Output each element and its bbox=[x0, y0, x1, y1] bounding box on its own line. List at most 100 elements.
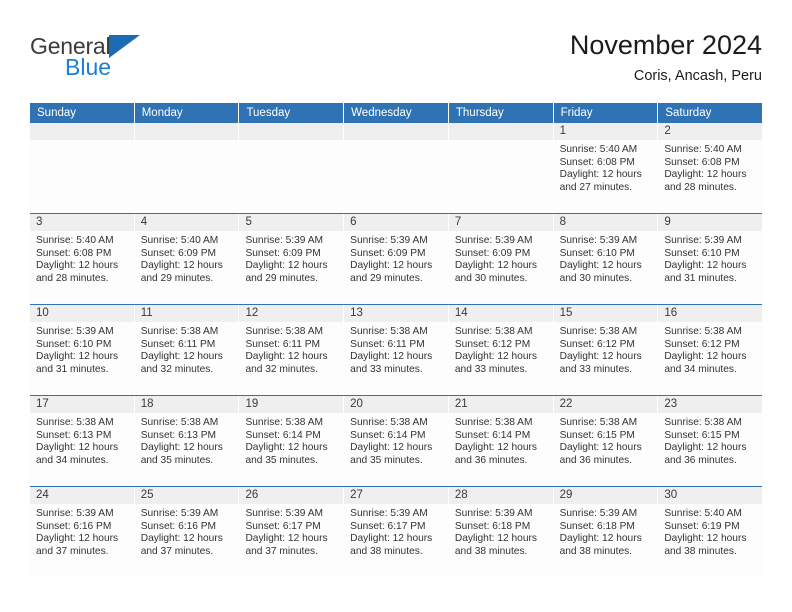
calendar-day-cell[interactable]: 7 Sunrise: 5:39 AM Sunset: 6:09 PM Daylight… bbox=[448, 214, 554, 304]
calendar-day-cell[interactable]: 11 Sunrise: 5:38 AM Sunset: 6:11 PM Dayligh… bbox=[134, 305, 240, 395]
calendar-day-cell[interactable]: 23 Sunrise: 5:38 AM Sunset: 6:15 PM Dayligh… bbox=[658, 396, 763, 486]
sunrise-text: Sunrise: 5:39 AM bbox=[350, 235, 428, 246]
calendar-day-cell[interactable]: 6 Sunrise: 5:39 AM Sunset: 6:09 PM Daylight… bbox=[344, 214, 449, 304]
weekday-header-monday: Monday bbox=[134, 103, 240, 123]
day-number: 21 bbox=[448, 396, 553, 413]
calendar-day-cell[interactable]: 24 Sunrise: 5:39 AM Sunset: 6:16 PM Dayligh… bbox=[30, 487, 135, 577]
calendar-day-cell[interactable]: 12 Sunrise: 5:38 AM Sunset: 6:11 PM Dayligh… bbox=[239, 305, 345, 395]
day-number: 20 bbox=[344, 396, 448, 413]
sunset-text: Sunset: 6:09 PM bbox=[350, 247, 426, 259]
calendar-day-cell[interactable]: 16 Sunrise: 5:38 AM Sunset: 6:12 PM Dayligh… bbox=[658, 305, 763, 395]
calendar-day-cell[interactable]: 2 Sunrise: 5:40 AM Sunset: 6:08 PM Daylight… bbox=[658, 123, 763, 213]
calendar-day-cell[interactable]: 17 Sunrise: 5:38 AM Sunset: 6:13 PM Dayligh… bbox=[30, 396, 135, 486]
calendar-day-cell[interactable]: 4 Sunrise: 5:40 AM Sunset: 6:09 PM Daylight… bbox=[134, 214, 240, 304]
daylight-text-line1: Daylight: 12 hours bbox=[664, 442, 747, 454]
daylight-text-line1: Daylight: 12 hours bbox=[140, 260, 223, 272]
calendar-week-row: 17 Sunrise: 5:38 AM Sunset: 6:13 PM Dayligh… bbox=[30, 395, 763, 486]
daylight-text-line2: and 33 minutes. bbox=[350, 363, 423, 375]
day-number: 28 bbox=[448, 487, 553, 504]
calendar-day-cell[interactable]: 5 Sunrise: 5:39 AM Sunset: 6:09 PM Daylight… bbox=[239, 214, 345, 304]
daylight-text-line1: Daylight: 12 hours bbox=[350, 260, 433, 272]
brand-logo[interactable]: General Blue bbox=[30, 34, 250, 90]
daylight-text-line2: and 36 minutes. bbox=[664, 454, 737, 466]
daylight-text-line2: and 29 minutes. bbox=[245, 272, 318, 284]
sunset-text: Sunset: 6:11 PM bbox=[350, 338, 425, 350]
calendar-day-cell[interactable]: 13 Sunrise: 5:38 AM Sunset: 6:11 PM Dayligh… bbox=[344, 305, 449, 395]
daylight-text-line2: and 37 minutes. bbox=[140, 545, 214, 557]
day-number: 30 bbox=[658, 487, 763, 504]
day-number: 15 bbox=[553, 305, 658, 322]
sunrise-text: Sunrise: 5:38 AM bbox=[140, 326, 219, 337]
calendar-day-cell[interactable]: 19 Sunrise: 5:38 AM Sunset: 6:14 PM Dayligh… bbox=[239, 396, 345, 486]
day-number: 12 bbox=[239, 305, 344, 322]
sunset-text: Sunset: 6:15 PM bbox=[559, 429, 635, 441]
sunrise-text: Sunrise: 5:40 AM bbox=[140, 235, 219, 246]
daylight-text-line1: Daylight: 12 hours bbox=[36, 260, 119, 272]
calendar-day-cell[interactable]: 28 Sunrise: 5:39 AM Sunset: 6:18 PM Dayligh… bbox=[448, 487, 554, 577]
calendar-day-cell[interactable]: 20 Sunrise: 5:38 AM Sunset: 6:14 PM Dayligh… bbox=[344, 396, 449, 486]
sunrise-text: Sunrise: 5:38 AM bbox=[245, 326, 324, 337]
daylight-text-line2: and 28 minutes. bbox=[664, 181, 737, 193]
day-number bbox=[30, 123, 134, 140]
calendar-day-cell[interactable]: 30 Sunrise: 5:40 AM Sunset: 6:19 PM Dayligh… bbox=[658, 487, 763, 577]
daylight-text-line2: and 31 minutes. bbox=[664, 272, 737, 284]
sunset-text: Sunset: 6:14 PM bbox=[245, 429, 321, 441]
day-details: Sunrise: 5:39 AM Sunset: 6:09 PM Daylight:… bbox=[239, 231, 343, 285]
daylight-text-line1: Daylight: 12 hours bbox=[454, 442, 537, 454]
sunset-text: Sunset: 6:14 PM bbox=[350, 429, 426, 441]
daylight-text-line1: Daylight: 12 hours bbox=[559, 351, 642, 363]
daylight-text-line2: and 35 minutes. bbox=[140, 454, 214, 466]
day-number bbox=[134, 123, 239, 140]
day-details: Sunrise: 5:39 AM Sunset: 6:10 PM Daylight:… bbox=[30, 322, 134, 376]
sunrise-text: Sunrise: 5:38 AM bbox=[350, 326, 428, 337]
sunset-text: Sunset: 6:12 PM bbox=[664, 338, 740, 350]
daylight-text-line2: and 37 minutes. bbox=[245, 545, 318, 557]
calendar-day-cell[interactable]: 3 Sunrise: 5:40 AM Sunset: 6:08 PM Daylight… bbox=[30, 214, 135, 304]
page-masthead: General Blue November 2024 Coris, Ancash… bbox=[30, 28, 762, 98]
sunset-text: Sunset: 6:09 PM bbox=[454, 247, 531, 259]
daylight-text-line2: and 33 minutes. bbox=[559, 363, 633, 375]
daylight-text-line2: and 27 minutes. bbox=[559, 181, 633, 193]
calendar-day-cell-empty bbox=[134, 123, 240, 213]
day-number: 18 bbox=[134, 396, 239, 413]
day-details: Sunrise: 5:39 AM Sunset: 6:18 PM Daylight:… bbox=[554, 504, 658, 558]
sunrise-text: Sunrise: 5:38 AM bbox=[664, 417, 742, 428]
day-details: Sunrise: 5:38 AM Sunset: 6:12 PM Daylight:… bbox=[554, 322, 658, 376]
daylight-text-line2: and 35 minutes. bbox=[350, 454, 423, 466]
sunset-text: Sunset: 6:11 PM bbox=[245, 338, 320, 350]
day-details: Sunrise: 5:39 AM Sunset: 6:16 PM Daylight:… bbox=[30, 504, 134, 558]
sunrise-text: Sunrise: 5:38 AM bbox=[350, 417, 428, 428]
sunrise-text: Sunrise: 5:38 AM bbox=[454, 417, 533, 428]
calendar-day-cell[interactable]: 10 Sunrise: 5:39 AM Sunset: 6:10 PM Dayligh… bbox=[30, 305, 135, 395]
daylight-text-line1: Daylight: 12 hours bbox=[350, 351, 433, 363]
day-details: Sunrise: 5:38 AM Sunset: 6:13 PM Daylight:… bbox=[30, 413, 134, 467]
calendar-day-cell[interactable]: 22 Sunrise: 5:38 AM Sunset: 6:15 PM Dayligh… bbox=[553, 396, 659, 486]
sunset-text: Sunset: 6:17 PM bbox=[245, 520, 321, 532]
weekday-header-friday: Friday bbox=[553, 103, 659, 123]
calendar-day-cell[interactable]: 18 Sunrise: 5:38 AM Sunset: 6:13 PM Dayligh… bbox=[134, 396, 240, 486]
calendar-day-cell[interactable]: 27 Sunrise: 5:39 AM Sunset: 6:17 PM Dayligh… bbox=[344, 487, 449, 577]
daylight-text-line2: and 38 minutes. bbox=[664, 545, 737, 557]
calendar-day-cell[interactable]: 29 Sunrise: 5:39 AM Sunset: 6:18 PM Dayligh… bbox=[553, 487, 659, 577]
sunrise-text: Sunrise: 5:40 AM bbox=[36, 235, 114, 246]
calendar-day-cell[interactable]: 21 Sunrise: 5:38 AM Sunset: 6:14 PM Dayligh… bbox=[448, 396, 554, 486]
daylight-text-line2: and 30 minutes. bbox=[454, 272, 528, 284]
sunrise-text: Sunrise: 5:38 AM bbox=[664, 326, 742, 337]
sunrise-text: Sunrise: 5:40 AM bbox=[664, 144, 742, 155]
calendar-day-cell[interactable]: 1 Sunrise: 5:40 AM Sunset: 6:08 PM Daylight… bbox=[553, 123, 659, 213]
sunrise-text: Sunrise: 5:39 AM bbox=[245, 235, 324, 246]
day-details: Sunrise: 5:38 AM Sunset: 6:12 PM Daylight:… bbox=[449, 322, 553, 376]
day-details: Sunrise: 5:38 AM Sunset: 6:12 PM Daylight:… bbox=[658, 322, 762, 376]
calendar-day-cell[interactable]: 15 Sunrise: 5:38 AM Sunset: 6:12 PM Dayligh… bbox=[553, 305, 659, 395]
calendar-day-cell[interactable]: 8 Sunrise: 5:39 AM Sunset: 6:10 PM Daylight… bbox=[553, 214, 659, 304]
calendar-grid: Sunday Monday Tuesday Wednesday Thursday… bbox=[30, 103, 763, 577]
calendar-day-cell[interactable]: 26 Sunrise: 5:39 AM Sunset: 6:17 PM Dayligh… bbox=[239, 487, 345, 577]
calendar-day-cell[interactable]: 14 Sunrise: 5:38 AM Sunset: 6:12 PM Dayligh… bbox=[448, 305, 554, 395]
calendar-day-cell[interactable]: 9 Sunrise: 5:39 AM Sunset: 6:10 PM Daylight… bbox=[658, 214, 763, 304]
day-number bbox=[239, 123, 344, 140]
daylight-text-line1: Daylight: 12 hours bbox=[245, 442, 328, 454]
sunrise-text: Sunrise: 5:38 AM bbox=[559, 326, 638, 337]
sunrise-text: Sunrise: 5:39 AM bbox=[664, 235, 742, 246]
day-number: 14 bbox=[448, 305, 553, 322]
calendar-day-cell[interactable]: 25 Sunrise: 5:39 AM Sunset: 6:16 PM Dayligh… bbox=[134, 487, 240, 577]
